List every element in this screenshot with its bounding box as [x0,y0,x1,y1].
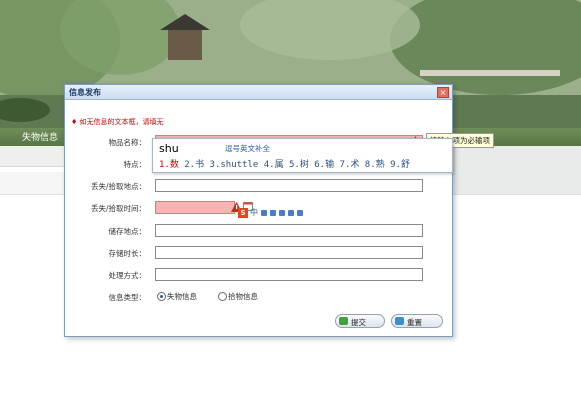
check-icon [339,317,348,325]
nav-item-lost[interactable]: 失物信息 [22,130,58,143]
storage-duration-input[interactable] [155,246,423,259]
ime-candidate[interactable]: 1.数 [159,160,179,170]
tools-icon[interactable] [297,209,303,216]
notice-text: ♦ 如无信息的文本框，请填无 [71,118,164,126]
label-location: 丢失/拾取地点： [90,182,146,191]
skin-icon[interactable] [288,209,294,216]
ime-status-toolbar[interactable]: S 中 [238,207,303,218]
storage-place-input[interactable] [155,224,423,237]
label-storage-place: 储存地点： [108,227,147,236]
ime-candidate-list[interactable]: 1.数 2.书 3.shuttle 4.属 5.树 6.输 7.术 8.熟 9.… [159,157,410,170]
radio-lost[interactable] [157,292,166,301]
ime-candidate[interactable]: 5.树 [289,160,309,170]
content-shade [440,146,581,194]
ime-hint: 逗号英文补全 [225,144,270,153]
radio-found[interactable] [218,292,227,301]
label-feature: 特点： [123,160,147,169]
moon-icon[interactable] [261,209,267,216]
ime-candidate[interactable]: 4.属 [264,160,284,170]
close-button[interactable]: × [437,87,449,98]
submit-button[interactable]: 提交 [335,314,385,328]
ime-candidate-popup[interactable]: shu 逗号英文补全 1.数 2.书 3.shuttle 4.属 5.树 6.输… [152,138,453,173]
label-storage-duration: 存储时长： [108,249,147,258]
time-input[interactable] [155,201,235,214]
radio-lost-label: 失物信息 [167,292,197,301]
ime-logo-icon: S [238,207,248,218]
ime-candidate[interactable]: 2.书 [184,160,204,170]
mouse-cursor-icon [218,143,224,152]
ime-composition: shu [159,142,179,155]
ime-candidate[interactable]: 6.输 [314,160,334,170]
label-info-type: 信息类型： [108,293,147,302]
punctuation-icon[interactable] [270,209,276,216]
ime-chinese-mode[interactable]: 中 [250,207,258,218]
label-time: 丢失/拾取时间： [90,204,146,213]
ime-candidate[interactable]: 7.术 [340,160,360,170]
ime-candidate[interactable]: 3.shuttle [210,160,259,170]
dialog-title: 信息发布 [69,88,101,97]
ime-candidate[interactable]: 9.舒 [390,160,410,170]
label-handling: 处理方式： [108,271,147,280]
keyboard-icon[interactable] [279,209,285,216]
handling-input[interactable] [155,268,423,281]
ime-candidate[interactable]: 8.熟 [365,160,385,170]
label-item-name: 物品名称： [108,138,147,147]
reset-button[interactable]: 重置 [391,314,443,328]
radio-found-label: 拾物信息 [228,292,258,301]
dialog-titlebar: 信息发布 × [65,85,452,100]
refresh-icon [395,317,404,325]
location-input[interactable] [155,179,423,192]
